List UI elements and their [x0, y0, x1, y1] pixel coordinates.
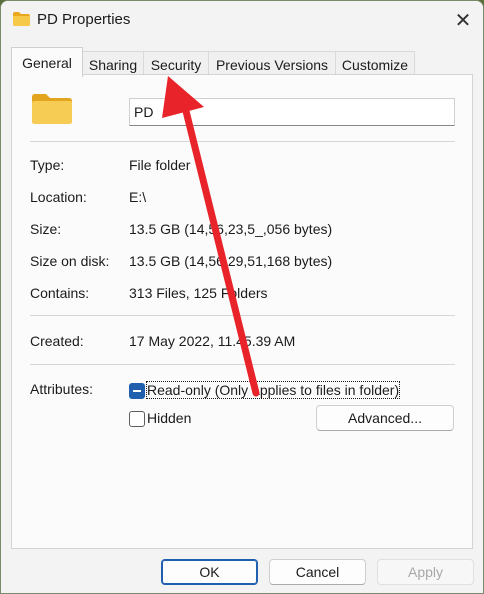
apply-button: Apply — [377, 559, 474, 585]
type-value: File folder — [129, 157, 191, 173]
size-on-disk-label: Size on disk: — [30, 253, 110, 269]
properties-dialog: PD Properties ✕ General Sharing Security… — [0, 0, 484, 594]
divider — [30, 364, 455, 365]
size-label: Size: — [30, 221, 62, 237]
hidden-checkbox[interactable] — [129, 411, 145, 427]
size-on-disk-value: 13.5 GB (14,56,29,51,168 bytes) — [129, 253, 333, 269]
created-label: Created: — [30, 333, 84, 349]
size-value: 13.5 GB (14,56,23,5_,056 bytes) — [129, 221, 333, 237]
close-icon: ✕ — [454, 9, 472, 32]
location-value: E:\ — [129, 189, 147, 205]
general-tab-panel: Type: File folder Location: E:\ Size: 13… — [11, 74, 473, 549]
contains-value: 313 Files, 125 Folders — [129, 285, 268, 301]
folder-icon — [32, 94, 72, 124]
contains-label: Contains: — [30, 285, 90, 301]
tab-general[interactable]: General — [11, 47, 83, 77]
attributes-label: Attributes: — [30, 381, 94, 397]
ok-button[interactable]: OK — [161, 559, 258, 585]
divider — [30, 141, 455, 142]
cancel-button[interactable]: Cancel — [269, 559, 366, 585]
window-title: PD Properties — [37, 11, 131, 28]
created-value: 17 May 2022, 11.45.39 AM — [129, 333, 296, 349]
readonly-checkbox[interactable] — [129, 383, 145, 399]
location-label: Location: — [30, 189, 87, 205]
readonly-label[interactable]: Read-only (Only applies to files in fold… — [145, 381, 401, 399]
advanced-button[interactable]: Advanced... — [316, 405, 454, 431]
title-bar[interactable]: PD Properties ✕ — [1, 1, 483, 39]
folder-name-input[interactable] — [129, 98, 455, 126]
folder-icon — [13, 12, 30, 26]
divider — [30, 315, 455, 316]
hidden-label[interactable]: Hidden — [147, 410, 191, 426]
close-button[interactable]: ✕ — [443, 1, 483, 39]
dialog-footer: OK Cancel Apply — [1, 549, 483, 593]
type-label: Type: — [30, 157, 65, 173]
